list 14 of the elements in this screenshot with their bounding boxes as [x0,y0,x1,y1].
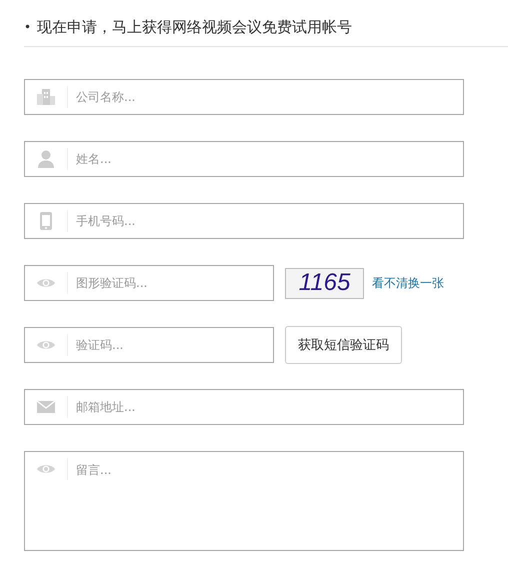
building-icon [36,87,56,107]
heading: 现在申请，马上获得网络视频会议免费试用帐号 [37,18,352,36]
input-field[interactable]: 公司名称... [24,79,464,115]
person-icon [36,149,56,169]
input-field[interactable]: 图形验证码... [24,265,274,301]
bullet-icon: • [24,20,32,34]
input-field[interactable]: 手机号码... [24,203,464,239]
refresh-link[interactable]: 看不清换一张 [372,274,444,292]
sms-code-button[interactable]: 获取短信验证码 [285,326,402,364]
captcha-image[interactable]: 1165 [285,268,364,298]
message-field[interactable]: 留言... [24,451,464,551]
input-field[interactable]: 姓名... [24,141,464,177]
input-field[interactable]: 验证码... [24,327,274,363]
input-field[interactable]: 邮箱地址... [24,389,464,425]
